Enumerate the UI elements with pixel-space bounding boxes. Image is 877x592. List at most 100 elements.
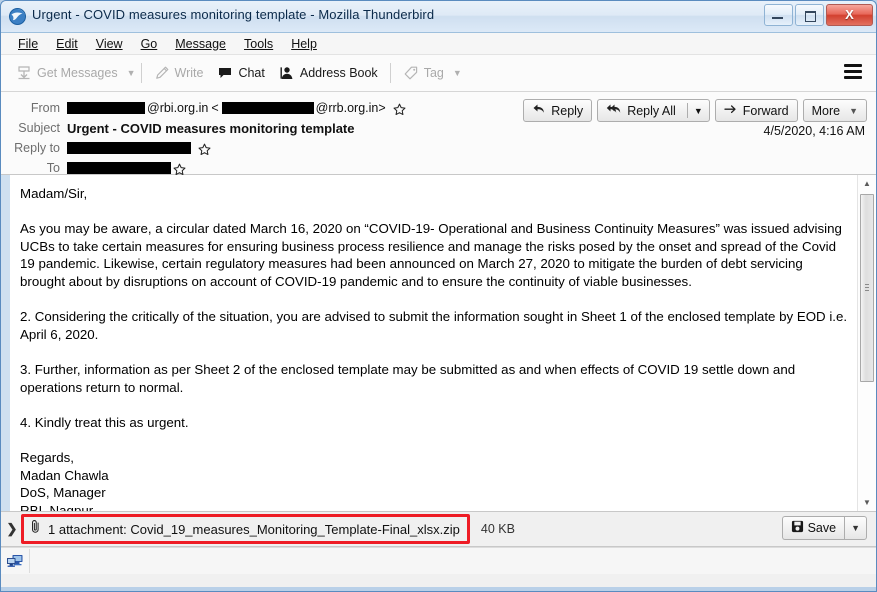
from-label: From xyxy=(30,101,60,115)
address-book-label: Address Book xyxy=(299,66,378,80)
menu-item-message[interactable]: Message xyxy=(166,35,235,53)
get-messages-icon xyxy=(16,65,32,81)
hamburger-menu-icon[interactable] xyxy=(844,64,862,82)
toolbar-separator-2 xyxy=(389,63,391,83)
save-label: Save xyxy=(807,521,837,535)
star-icon-to[interactable] xyxy=(173,163,186,176)
menu-item-message-label: Message xyxy=(175,36,226,51)
paperclip-icon xyxy=(29,519,42,539)
forward-icon xyxy=(724,103,738,118)
get-messages-button[interactable]: Get Messages xyxy=(9,61,125,85)
chat-bubble-icon xyxy=(217,65,233,81)
signature-org: RBI, Nagpur xyxy=(20,502,94,511)
star-icon-from[interactable] xyxy=(393,103,406,116)
get-messages-dropdown[interactable]: ▼ xyxy=(127,68,136,78)
tag-icon xyxy=(403,65,419,81)
message-body-pane: Madam/Sir, As you may be aware, a circul… xyxy=(1,175,876,512)
to-label: To xyxy=(46,161,60,175)
chat-label: Chat xyxy=(238,66,265,80)
tag-label: Tag xyxy=(423,66,444,80)
scroll-up-arrow-icon[interactable]: ▲ xyxy=(858,175,876,192)
get-messages-label: Get Messages xyxy=(37,66,118,80)
scroll-down-arrow-icon[interactable]: ▼ xyxy=(858,494,876,511)
tag-dropdown[interactable]: ▼ xyxy=(453,68,462,78)
thunderbird-window: Urgent - COVID measures monitoring templ… xyxy=(0,0,877,592)
reply-all-icon xyxy=(606,103,622,118)
reply-all-dropdown-chevron[interactable]: ▼ xyxy=(686,103,709,118)
menu-bar: File Edit View Go Message Tools Help xyxy=(1,33,876,55)
save-button[interactable]: Save xyxy=(781,516,845,540)
save-attachment-control: Save ▼ xyxy=(781,516,867,540)
signature-name: Madan Chawla xyxy=(20,467,109,483)
window-title: Urgent - COVID measures monitoring templ… xyxy=(32,7,435,22)
menu-item-edit[interactable]: Edit xyxy=(47,35,87,53)
attachment-highlight-box: 1 attachment: Covid_19_measures_Monitori… xyxy=(21,514,470,544)
from-value[interactable]: @rbi.org.in < @rrb.org.in> xyxy=(67,101,406,115)
pencil-icon xyxy=(154,65,170,81)
menu-item-tools-label: Tools xyxy=(244,36,274,51)
menu-item-go-label: Go xyxy=(140,36,158,51)
menu-item-file[interactable]: File xyxy=(9,35,47,53)
chat-button[interactable]: Chat xyxy=(210,61,271,85)
menu-item-help[interactable]: Help xyxy=(282,35,326,53)
subject-value: Urgent - COVID measures monitoring templ… xyxy=(67,120,355,136)
close-icon: X xyxy=(845,7,854,22)
signature-sign-off: Regards, xyxy=(20,449,74,465)
attachment-size: 40 KB xyxy=(480,522,515,536)
signature-block: Regards, Madan Chawla DoS, Manager RBI, … xyxy=(20,449,850,511)
tag-button[interactable]: Tag xyxy=(396,61,451,85)
reply-all-button[interactable]: Reply All ▼ xyxy=(597,99,710,122)
from-domain-2: @rrb.org.in> xyxy=(315,101,386,115)
reply-to-label: Reply to xyxy=(14,141,60,155)
body-vertical-scrollbar[interactable]: ▲ ▼ xyxy=(857,175,876,511)
from-domain-1: @rbi.org.in xyxy=(147,101,209,115)
window-controls: X xyxy=(764,4,873,26)
menu-item-tools[interactable]: Tools xyxy=(235,35,282,53)
to-value[interactable] xyxy=(67,162,186,175)
menu-item-file-label: File xyxy=(18,36,39,51)
body-paragraph-3: 3. Further, information as per Sheet 2 o… xyxy=(20,361,796,395)
menu-item-go[interactable]: Go xyxy=(132,35,167,53)
write-button[interactable]: Write xyxy=(147,61,211,85)
header-row-reply-to: Reply to xyxy=(1,138,876,158)
reply-button[interactable]: Reply xyxy=(523,99,593,122)
network-computers-icon[interactable] xyxy=(1,549,30,573)
subject-label: Subject xyxy=(18,121,60,135)
reply-to-value[interactable] xyxy=(67,142,211,155)
attachment-expander-chevron-icon[interactable]: ❯ xyxy=(1,521,23,537)
from-bracket-open: < xyxy=(211,101,219,115)
scrollbar-grip-icon xyxy=(865,284,869,293)
address-book-button[interactable]: Address Book xyxy=(272,61,385,85)
menu-item-help-label: Help xyxy=(291,36,317,51)
reply-icon xyxy=(532,103,546,118)
more-label: More xyxy=(811,103,841,118)
forward-button[interactable]: Forward xyxy=(714,99,798,122)
thunderbird-icon xyxy=(9,8,26,25)
window-bottom-edge xyxy=(1,587,876,591)
close-button[interactable]: X xyxy=(826,4,873,26)
maximize-button[interactable] xyxy=(795,4,824,26)
more-button[interactable]: More ▼ xyxy=(802,99,867,122)
menu-item-edit-label: Edit xyxy=(56,36,78,51)
scrollbar-thumb[interactable] xyxy=(860,194,874,382)
save-dropdown-chevron-icon[interactable]: ▼ xyxy=(844,516,867,540)
from-redaction-1 xyxy=(67,102,145,114)
body-left-strip xyxy=(1,175,11,511)
menu-item-view-label: View xyxy=(95,36,123,51)
message-action-buttons: Reply Reply All ▼ Forward More ▼ xyxy=(523,99,867,122)
body-salutation: Madam/Sir, xyxy=(20,186,88,201)
minimize-button[interactable] xyxy=(764,4,793,26)
from-redaction-2 xyxy=(221,102,314,114)
menu-item-view[interactable]: View xyxy=(87,35,132,53)
address-book-icon xyxy=(279,65,295,81)
star-icon-reply-to[interactable] xyxy=(198,143,211,156)
toolbar-separator-1 xyxy=(140,63,142,83)
write-label: Write xyxy=(174,66,204,80)
body-paragraph-2: 2. Considering the critically of the sit… xyxy=(20,309,848,342)
body-paragraph-4: 4. Kindly treat this as urgent. xyxy=(20,414,189,430)
reply-to-redaction xyxy=(67,142,191,154)
attachment-bar: ❯ 1 attachment: Covid_19_measures_Monito… xyxy=(1,512,876,547)
body-paragraph-1: As you may be aware, a circular dated Ma… xyxy=(20,221,842,289)
attachment-summary-label[interactable]: 1 attachment: Covid_19_measures_Monitori… xyxy=(48,522,460,537)
reply-label: Reply xyxy=(551,103,584,118)
